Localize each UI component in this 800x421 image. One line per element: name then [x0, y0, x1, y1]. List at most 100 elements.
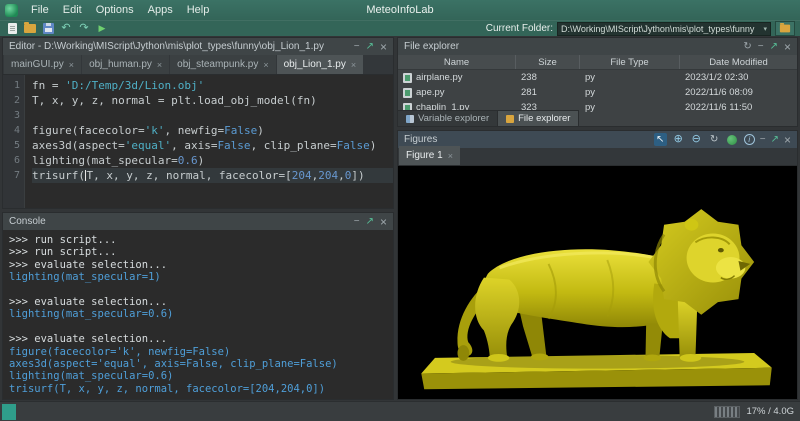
detach-icon[interactable]: ↗	[366, 42, 374, 52]
figure-1-tab[interactable]: Figure 1 ×	[399, 146, 460, 165]
tab-close-icon[interactable]: ×	[351, 60, 356, 70]
code-token: )	[198, 154, 205, 167]
current-folder-group: Current Folder: D:\Working\MIScript\Jyth…	[486, 21, 795, 36]
console-line: lighting(mat_specular=0.6)	[9, 370, 387, 382]
right-column: File explorer ↻ − ↗ × NameSizeFile TypeD…	[397, 37, 798, 400]
detach-icon[interactable]: ↗	[366, 217, 374, 227]
column-header-name[interactable]: Name	[398, 55, 516, 69]
tab-close-icon[interactable]: ×	[448, 151, 453, 161]
run-script-button[interactable]: ▶	[95, 22, 109, 36]
code-token: ])	[351, 169, 364, 182]
editor-tab-obj_Lion_1.py[interactable]: obj_Lion_1.py ×	[277, 55, 364, 74]
minimize-icon[interactable]: −	[354, 217, 360, 227]
zoom-out-icon[interactable]: ⊖	[690, 133, 703, 146]
status-indicator	[2, 404, 16, 420]
editor-tab-obj_steampunk.py[interactable]: obj_steampunk.py ×	[170, 55, 275, 74]
minimize-icon[interactable]: −	[354, 42, 360, 52]
code-line	[32, 108, 393, 123]
console-header-icons: − ↗ ×	[348, 216, 387, 228]
file-cell: 2023/1/2 02:30	[680, 72, 797, 83]
editor-tab-obj_human.py[interactable]: obj_human.py×	[82, 55, 169, 74]
run-icon: ▶	[99, 24, 106, 33]
folder-icon	[506, 115, 514, 123]
code-token: , axis=	[171, 139, 217, 152]
minimize-icon[interactable]: −	[760, 135, 766, 145]
info-icon[interactable]: i	[744, 134, 755, 145]
tab-close-icon[interactable]: ×	[69, 60, 74, 70]
open-script-button[interactable]	[23, 22, 37, 36]
figures-tab-bar: Figure 1 ×	[398, 148, 797, 166]
detach-icon[interactable]: ↗	[771, 135, 779, 145]
figure-canvas[interactable]	[398, 166, 797, 399]
code-token: False	[337, 139, 370, 152]
close-icon[interactable]: ×	[784, 41, 791, 53]
cell-text: 2022/11/6 11:50	[685, 102, 752, 113]
select-cursor-icon[interactable]: ↖	[654, 133, 667, 146]
file-cell: py	[580, 87, 680, 98]
file-row[interactable]: ape.py281py2022/11/6 08:09	[398, 85, 797, 100]
menu-file[interactable]: File	[24, 2, 56, 18]
console-line: >>> run script...	[9, 246, 387, 258]
menu-edit[interactable]: Edit	[56, 2, 89, 18]
file-explorer-title: File explorer	[404, 41, 459, 52]
editor-gutter: 1234567	[3, 75, 25, 208]
code-token: False	[217, 139, 250, 152]
refresh-icon[interactable]: ↻	[743, 42, 751, 52]
line-number: 2	[3, 93, 20, 108]
console-output[interactable]: >>> run script...>>> run script...>>> ev…	[3, 230, 393, 399]
console-line: lighting(mat_specular=0.6)	[9, 308, 387, 320]
line-number: 6	[3, 153, 20, 168]
figures-panel-title: Figures	[404, 134, 437, 145]
editor-tab-mainGUI.py[interactable]: mainGUI.py×	[4, 55, 81, 74]
code-token: , newfig=	[164, 124, 224, 137]
console-panel-title: Console	[9, 216, 46, 227]
zoom-in-icon[interactable]: ⊕	[672, 133, 685, 146]
close-icon[interactable]: ×	[784, 134, 791, 146]
save-button[interactable]	[41, 22, 55, 36]
tab-label: obj_Lion_1.py	[284, 59, 346, 70]
chevron-down-icon[interactable]: ▾	[763, 25, 767, 33]
close-icon[interactable]: ×	[380, 41, 387, 53]
rotate-icon[interactable]: ↻	[708, 133, 721, 146]
column-header-date-modified[interactable]: Date Modified	[680, 55, 797, 69]
column-header-file-type[interactable]: File Type	[580, 55, 680, 69]
console-line: >>> evaluate selection...	[9, 259, 387, 271]
tab-variable-explorer[interactable]: Variable explorer	[398, 110, 498, 126]
menu-options[interactable]: Options	[89, 2, 141, 18]
console-line	[9, 284, 387, 296]
menu-help[interactable]: Help	[180, 2, 217, 18]
memory-usage-text: 17% / 4.0G	[746, 406, 794, 417]
code-token: False	[224, 124, 257, 137]
code-token: 204	[318, 169, 338, 182]
console-line: axes3d(aspect='equal', axis=False, clip_…	[9, 358, 387, 370]
console-line: figure(facecolor='k', newfig=False)	[9, 346, 387, 358]
grid-icon	[406, 115, 414, 123]
line-number: 7	[3, 168, 20, 183]
close-icon[interactable]: ×	[380, 216, 387, 228]
tab-file-explorer[interactable]: File explorer	[498, 110, 579, 126]
tab-label: obj_steampunk.py	[177, 59, 258, 70]
code-token: 'D:/Temp/3d/Lion.obj'	[65, 79, 204, 92]
editor-code[interactable]: fn = 'D:/Temp/3d/Lion.obj'T, x, y, z, no…	[25, 75, 393, 208]
file-cell: 2022/11/6 11:50	[680, 102, 797, 113]
minimize-icon[interactable]: −	[758, 42, 764, 52]
code-token: 'k'	[145, 124, 165, 137]
undo-button[interactable]: ↶	[59, 22, 73, 36]
current-folder-value: D:\Working\MIScript\Jython\mis\plot_type…	[561, 24, 760, 34]
column-header-size[interactable]: Size	[516, 55, 580, 69]
detach-icon[interactable]: ↗	[770, 42, 778, 52]
redo-button[interactable]: ↷	[77, 22, 91, 36]
file-cell: py	[580, 72, 680, 83]
menu-bar: FileEditOptionsAppsHelp MeteoInfoLab	[0, 0, 800, 20]
tab-close-icon[interactable]: ×	[263, 60, 268, 70]
file-cell: py	[580, 102, 680, 113]
new-script-button[interactable]	[5, 22, 19, 36]
file-row[interactable]: airplane.py238py2023/1/2 02:30	[398, 70, 797, 85]
tab-close-icon[interactable]: ×	[157, 60, 162, 70]
globe-icon[interactable]	[726, 133, 739, 146]
current-folder-combobox[interactable]: D:\Working\MIScript\Jython\mis\plot_type…	[557, 22, 771, 36]
menu-apps[interactable]: Apps	[141, 2, 180, 18]
line-number: 3	[3, 108, 20, 123]
code-line: T, x, y, z, normal = plt.load_obj_model(…	[32, 93, 393, 108]
browse-folder-button[interactable]	[775, 21, 795, 36]
